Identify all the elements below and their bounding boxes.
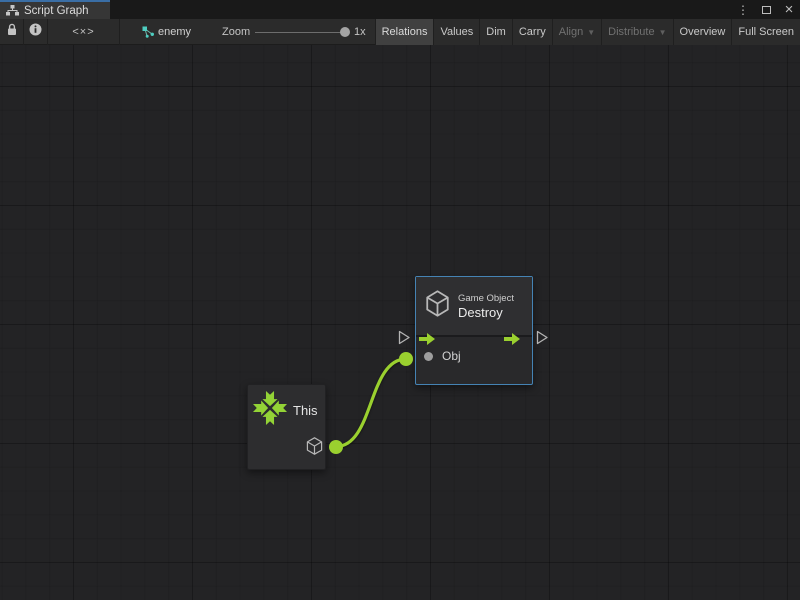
window-menu-icon[interactable]: ⋮ [736, 2, 750, 17]
flow-input-triangle-port[interactable] [398, 330, 411, 350]
flow-connection-wire[interactable] [336, 359, 406, 447]
tab-script-graph[interactable]: Script Graph [0, 0, 110, 19]
toolbar-buttons: Relations Values Dim Carry Align ▼ Distr… [375, 19, 800, 45]
tab-title: Script Graph [24, 5, 89, 17]
info-button[interactable] [24, 19, 48, 45]
node-title: Destroy [458, 305, 514, 320]
cube-icon [305, 436, 324, 461]
relations-toggle[interactable]: Relations [375, 19, 434, 45]
carry-toggle[interactable]: Carry [512, 19, 552, 45]
node-this-header: This [248, 385, 325, 430]
chevron-down-icon: ▼ [587, 28, 595, 37]
code-view-button[interactable]: <×> [48, 19, 120, 45]
node-title: This [293, 403, 318, 418]
window-controls: ⋮ × [736, 0, 796, 19]
lock-button[interactable] [0, 19, 24, 45]
align-dropdown[interactable]: Align ▼ [552, 19, 601, 45]
zoom-value: 1x [354, 26, 366, 38]
overview-button[interactable]: Overview [673, 19, 732, 45]
tab-bar: Script Graph ⋮ × [0, 0, 800, 19]
info-icon [29, 23, 42, 41]
node-destroy[interactable]: Game Object Destroy Obj [415, 276, 533, 385]
graph-canvas[interactable]: This Game Object Destroy [0, 45, 800, 600]
zoom-label: Zoom [222, 26, 250, 38]
maximize-icon[interactable] [759, 2, 773, 17]
cube-icon [424, 289, 451, 323]
node-title-block: Game Object Destroy [458, 293, 514, 320]
zoom-slider-handle[interactable] [340, 27, 350, 37]
connection-start-dot[interactable] [329, 440, 343, 454]
node-category: Game Object [458, 293, 514, 304]
chevron-down-icon: ▼ [659, 28, 667, 37]
full-screen-button[interactable]: Full Screen [731, 19, 800, 45]
zoom-slider-track[interactable] [255, 32, 341, 33]
script-graph-asset-icon [142, 26, 155, 44]
flow-output-arrow-icon[interactable] [504, 333, 520, 345]
distribute-dropdown[interactable]: Distribute ▼ [601, 19, 672, 45]
connection-layer [0, 45, 800, 600]
graph-hierarchy-icon [6, 5, 19, 16]
flow-input-arrow-icon[interactable] [419, 333, 435, 345]
this-converge-icon [253, 391, 287, 430]
dim-toggle[interactable]: Dim [479, 19, 512, 45]
connection-end-dot[interactable] [399, 352, 413, 366]
graph-toolbar: <×> enemy Zoom 1x Relations Values Dim C… [0, 19, 800, 45]
close-icon[interactable]: × [782, 2, 796, 17]
values-toggle[interactable]: Values [433, 19, 479, 45]
obj-input-port[interactable] [424, 352, 433, 361]
obj-input-label: Obj [442, 349, 461, 363]
node-this[interactable]: This [247, 384, 326, 470]
lock-icon [6, 23, 18, 41]
node-destroy-header: Game Object Destroy [416, 277, 532, 337]
flow-output-triangle-port[interactable] [536, 330, 549, 350]
code-brackets-icon: <×> [72, 26, 94, 38]
graph-breadcrumb[interactable]: enemy [158, 26, 191, 38]
